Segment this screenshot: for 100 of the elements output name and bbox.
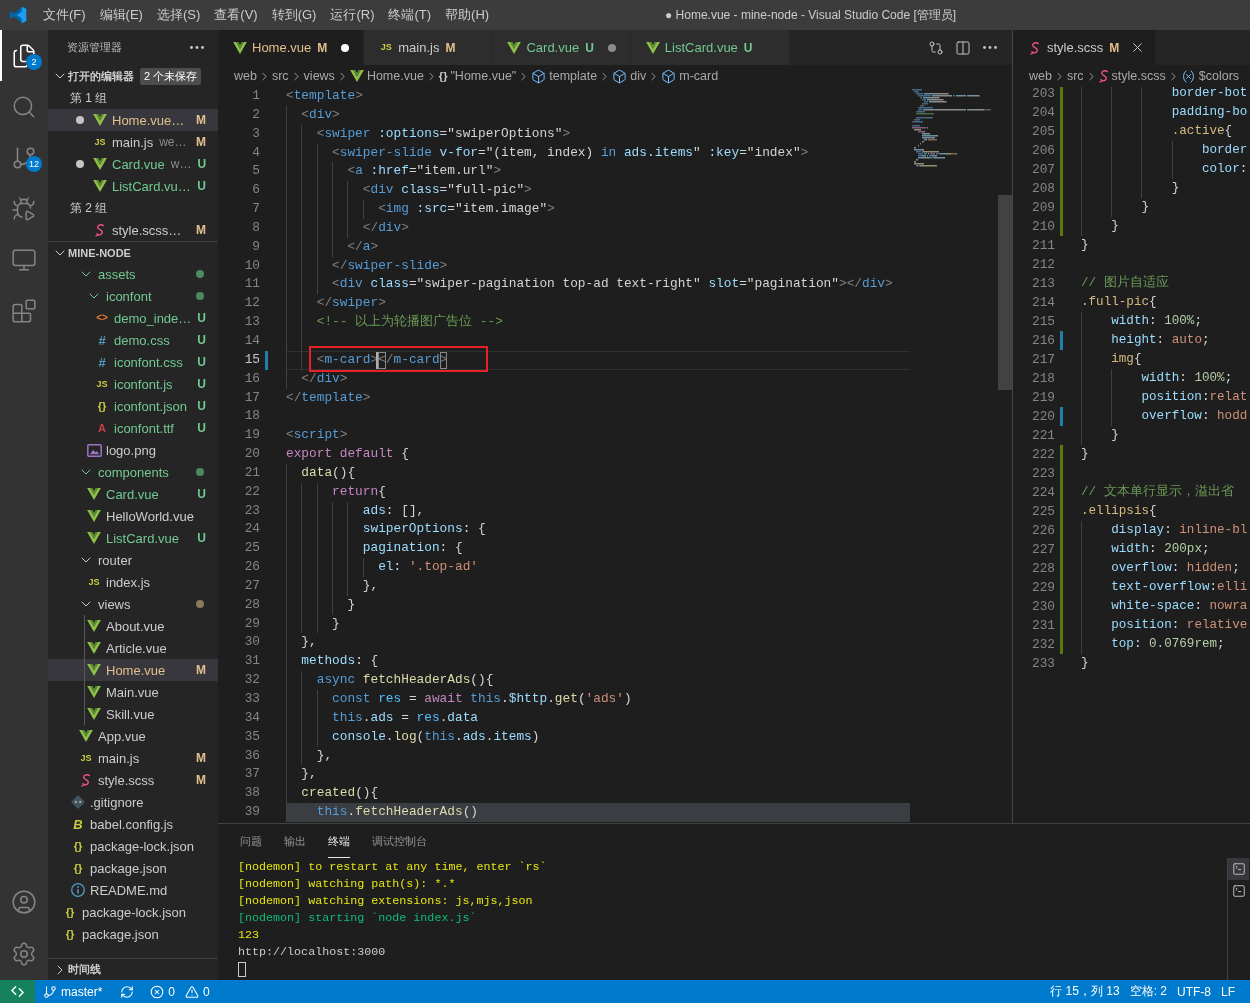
line-number: 228 <box>1031 560 1055 578</box>
editor-tab[interactable]: ListCard.vue U <box>630 30 790 65</box>
file-item[interactable]: {} package-lock.json <box>48 901 218 923</box>
file-item[interactable]: {} package-lock.json <box>48 835 218 857</box>
activity-bar-button[interactable]: 12 <box>0 132 48 183</box>
line-number: 37 <box>244 765 260 784</box>
remote-button[interactable] <box>0 980 35 1003</box>
status-item[interactable]: LF <box>1216 980 1240 1003</box>
breadcrumb-item[interactable]: src <box>1065 69 1085 83</box>
breadcrumb-item[interactable]: m-card <box>660 68 720 84</box>
line-number: 224 <box>1031 484 1055 502</box>
file-item[interactable]: Skill.vue <box>48 703 218 725</box>
file-item[interactable]: JS iconfont.js U <box>48 373 218 395</box>
warnings-button[interactable]: 0 <box>180 980 215 1003</box>
status-item[interactable]: 空格: 2 <box>1124 980 1172 1003</box>
menu-item[interactable]: 选择(S) <box>149 4 208 26</box>
open-editor-item[interactable]: Card.vue w… U <box>48 153 218 175</box>
line-number: 18 <box>244 407 260 426</box>
menu-item[interactable]: 运行(R) <box>323 4 382 26</box>
file-item[interactable]: Card.vue U <box>48 483 218 505</box>
file-item[interactable]: B babel.config.js <box>48 813 218 835</box>
notification-count: 2 <box>26 54 42 70</box>
breadcrumb-item[interactable]: web <box>1028 69 1053 83</box>
file-item[interactable]: A iconfont.ttf U <box>48 417 218 439</box>
code-line: } <box>1081 238 1089 252</box>
v-shape-icon <box>87 532 101 544</box>
folder-item[interactable]: assets <box>48 263 218 285</box>
panel-tab[interactable]: 终端 <box>328 834 350 858</box>
editor-tab[interactable]: JS main.js M <box>364 30 493 65</box>
menu-item[interactable]: 转到(G) <box>264 4 324 26</box>
code-line: </swiper> <box>316 295 386 311</box>
info-icon <box>71 883 85 897</box>
branch-button[interactable]: master* <box>38 980 108 1003</box>
section-header[interactable]: 打开的编辑器 2 个未保存 <box>48 65 218 87</box>
code-line: } <box>1111 219 1119 233</box>
editor-tab[interactable]: Card.vue U <box>492 30 631 65</box>
breadcrumb-item[interactable]: style.scss <box>1097 69 1167 83</box>
file-item[interactable]: logo.png <box>48 439 218 461</box>
file-item[interactable]: App.vue <box>48 725 218 747</box>
file-item[interactable]: Home.vue M <box>48 659 218 681</box>
file-item[interactable]: <> demo_inde… U <box>48 307 218 329</box>
section-header[interactable]: MINE-NODE <box>48 241 218 263</box>
breadcrumb-item[interactable]: views <box>302 69 336 83</box>
line-number: 232 <box>1031 636 1055 654</box>
menu-item[interactable]: 查看(V) <box>207 4 265 26</box>
file-item[interactable]: Article.vue <box>48 637 218 659</box>
status-item[interactable]: 行 15，列 13 <box>1045 980 1125 1003</box>
menu-item[interactable]: 帮助(H) <box>438 4 497 26</box>
folder-item[interactable]: iconfont <box>48 285 218 307</box>
file-item[interactable]: HelloWorld.vue <box>48 505 218 527</box>
folder-item[interactable]: router <box>48 549 218 571</box>
breadcrumb-item[interactable]: div <box>611 68 648 84</box>
scrollbar-thumb[interactable] <box>998 195 1012 390</box>
line-number: 205 <box>1031 123 1055 141</box>
code-line: el: '.top-ad' <box>378 559 478 575</box>
file-item[interactable]: About.vue <box>48 615 218 637</box>
file-item[interactable]: .gitignore <box>48 791 218 813</box>
terminal-line: 123 <box>238 927 260 944</box>
breadcrumb-item[interactable]: $colors <box>1179 68 1241 84</box>
code-line: <template> <box>286 88 363 103</box>
panel-tab[interactable]: 输出 <box>284 834 306 858</box>
file-item[interactable]: ListCard.vue U <box>48 527 218 549</box>
open-editor-item[interactable]: Home.vue… M <box>48 109 218 131</box>
line-number: 211 <box>1031 237 1055 255</box>
file-item[interactable]: JS main.js M <box>48 747 218 769</box>
breadcrumb-item[interactable]: web <box>233 69 258 83</box>
editor-tab[interactable]: Home.vue M <box>218 30 365 65</box>
status-item[interactable]: UTF-8 <box>1172 980 1216 1003</box>
line-number: 226 <box>1031 522 1055 540</box>
open-editor-item[interactable]: JS main.js we… M <box>48 131 218 153</box>
folder-item[interactable]: views <box>48 593 218 615</box>
terminal-list-item[interactable] <box>1228 858 1249 880</box>
line-number: 203 <box>1031 87 1055 103</box>
file-item[interactable]: style.scss M <box>48 769 218 791</box>
file-item[interactable]: # demo.css U <box>48 329 218 351</box>
file-item[interactable]: {} package.json <box>48 923 218 945</box>
activity-bar-button[interactable]: 2 <box>0 30 48 81</box>
breadcrumb-item[interactable]: template <box>530 68 599 84</box>
errors-button[interactable]: 0 <box>145 980 181 1003</box>
file-item[interactable]: {} iconfont.json U <box>48 395 218 417</box>
breadcrumb-item[interactable]: {} "Home.vue" <box>437 69 518 83</box>
folder-item[interactable]: components <box>48 461 218 483</box>
open-editor-item[interactable]: style.scss… M <box>48 219 218 241</box>
panel-tab[interactable]: 问题 <box>240 834 262 858</box>
menu-item[interactable]: 文件(F) <box>36 4 93 26</box>
menu-item[interactable]: 终端(T) <box>381 4 439 26</box>
menu-item[interactable]: 编辑(E) <box>92 4 150 26</box>
file-item[interactable]: Main.vue <box>48 681 218 703</box>
breadcrumb-item[interactable]: src <box>270 69 290 83</box>
file-item[interactable]: JS index.js <box>48 571 218 593</box>
open-editor-item[interactable]: ListCard.vu… U <box>48 175 218 197</box>
file-item[interactable]: # iconfont.css U <box>48 351 218 373</box>
line-number: 1 <box>252 87 260 105</box>
terminal-line: [nodemon] starting `node index.js` <box>238 910 477 927</box>
breadcrumb-item[interactable]: Home.vue <box>348 69 425 83</box>
file-item[interactable]: {} package.json <box>48 857 218 879</box>
file-item[interactable]: README.md <box>48 879 218 901</box>
editor-tab[interactable]: style.scss M <box>1013 30 1157 65</box>
code-line: <swiper :options="swiperOptions"> <box>316 125 571 141</box>
panel-tab[interactable]: 调试控制台 <box>372 834 427 858</box>
